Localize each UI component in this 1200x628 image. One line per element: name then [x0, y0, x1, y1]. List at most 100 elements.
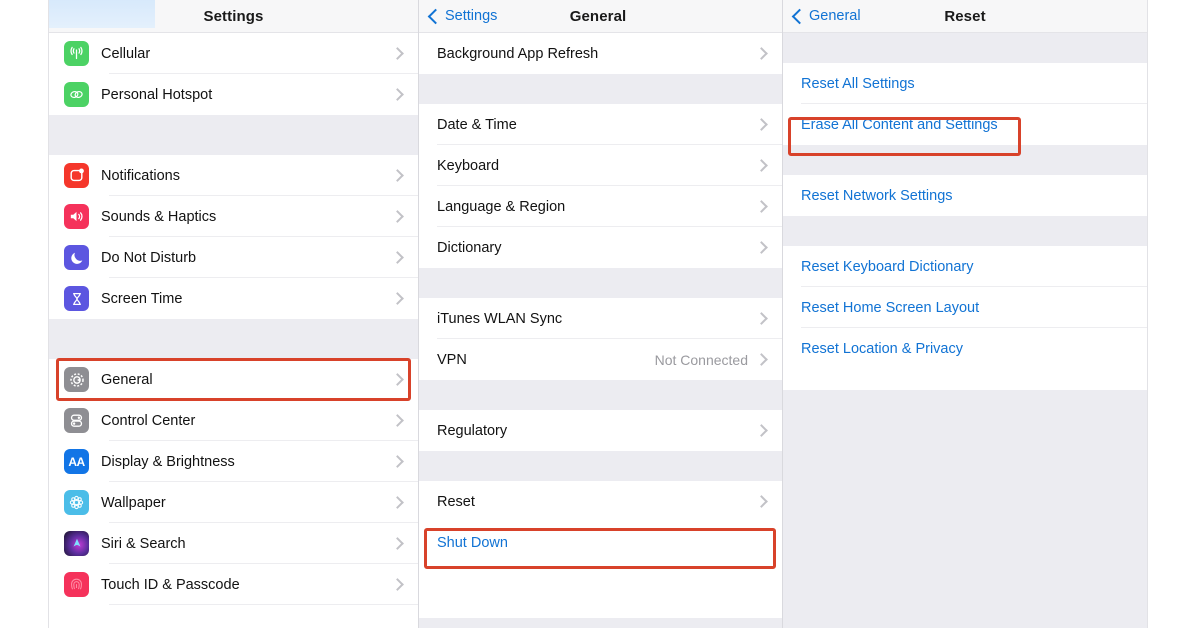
reset-item-reset-network-settings[interactable]: Reset Network Settings — [783, 175, 1147, 216]
settings-item-general[interactable]: General — [49, 359, 418, 400]
general-item-keyboard[interactable]: Keyboard — [419, 145, 782, 186]
chevron-right-icon — [391, 292, 404, 305]
general-item-vpn[interactable]: VPN Not Connected — [419, 339, 782, 380]
reset-item-label: Reset Home Screen Layout — [801, 299, 980, 316]
general-item-dictionary[interactable]: Dictionary — [419, 227, 782, 268]
settings-item-label: Siri & Search — [101, 535, 186, 552]
general-item-label: Reset — [437, 493, 475, 510]
settings-item-label: Screen Time — [101, 290, 183, 307]
general-item-language-region[interactable]: Language & Region — [419, 186, 782, 227]
settings-item-label: Notifications — [101, 167, 180, 184]
settings-item-control-center[interactable]: Control Center — [49, 400, 418, 441]
settings-item-notifications[interactable]: Notifications — [49, 155, 418, 196]
reset-item-label: Reset All Settings — [801, 75, 915, 92]
reset-item-label: Reset Keyboard Dictionary — [801, 258, 974, 275]
chevron-left-icon — [791, 8, 808, 24]
vpn-status-value: Not Connected — [654, 351, 748, 368]
settings-header: Settings — [49, 0, 418, 33]
bottom-group-spacer — [419, 618, 782, 628]
settings-item-label: Do Not Disturb — [101, 249, 197, 266]
general-item-label: Regulatory — [437, 422, 508, 439]
general-item-itunes-wlan-sync[interactable]: iTunes WLAN Sync — [419, 298, 782, 339]
group-spacer — [783, 33, 1147, 63]
reset-item-label: Erase All Content and Settings — [801, 116, 998, 133]
reset-item-reset-keyboard-dictionary[interactable]: Reset Keyboard Dictionary — [783, 246, 1147, 287]
row-separator — [109, 604, 418, 605]
settings-item-personal-hotspot[interactable]: Personal Hotspot — [49, 74, 418, 115]
chevron-right-icon — [391, 169, 404, 182]
settings-item-label: Cellular — [101, 45, 151, 62]
notifications-icon — [64, 163, 89, 188]
chevron-right-icon — [391, 537, 404, 550]
back-to-general-button[interactable]: General — [791, 8, 861, 24]
chevron-right-icon — [391, 455, 404, 468]
reset-item-erase-all-content-and-settings[interactable]: Erase All Content and Settings — [783, 104, 1147, 145]
back-to-settings-button[interactable]: Settings — [427, 8, 498, 24]
settings-item-sounds-haptics[interactable]: Sounds & Haptics — [49, 196, 418, 237]
chevron-right-icon — [755, 312, 768, 325]
chevron-right-icon — [391, 251, 404, 264]
general-item-background-app-refresh[interactable]: Background App Refresh — [419, 33, 782, 74]
chevron-right-icon — [755, 424, 768, 437]
general-header: Settings General — [419, 0, 782, 33]
moon-icon — [64, 245, 89, 270]
chevron-left-icon — [427, 8, 444, 24]
siri-icon — [64, 531, 89, 556]
chevron-right-icon — [391, 88, 404, 101]
chevron-right-icon — [755, 200, 768, 213]
chevron-right-icon — [755, 495, 768, 508]
chevron-right-icon — [755, 353, 768, 366]
general-item-label: VPN — [437, 351, 467, 368]
settings-item-label: Wallpaper — [101, 494, 166, 511]
group-spacer — [783, 145, 1147, 175]
chevron-right-icon — [755, 241, 768, 254]
reset-header: General Reset — [783, 0, 1147, 33]
group-spacer — [419, 74, 782, 104]
reset-item-label: Reset Network Settings — [801, 187, 953, 204]
chevron-right-icon — [755, 159, 768, 172]
chevron-right-icon — [391, 578, 404, 591]
general-item-label: iTunes WLAN Sync — [437, 310, 563, 327]
reset-title: Reset — [944, 7, 986, 25]
general-item-label: Language & Region — [437, 198, 566, 215]
settings-title: Settings — [203, 7, 264, 25]
settings-item-screen-time[interactable]: Screen Time — [49, 278, 418, 319]
hourglass-icon — [64, 286, 89, 311]
chevron-right-icon — [391, 414, 404, 427]
reset-item-reset-home-screen-layout[interactable]: Reset Home Screen Layout — [783, 287, 1147, 328]
settings-item-label: Personal Hotspot — [101, 86, 213, 103]
settings-item-display-brightness[interactable]: AA Display & Brightness — [49, 441, 418, 482]
chevron-right-icon — [755, 118, 768, 131]
settings-item-cellular[interactable]: Cellular — [49, 33, 418, 74]
settings-item-label: Touch ID & Passcode — [101, 576, 240, 593]
ios-settings-screenshot: Settings Cellular Personal Hotspot Notif… — [48, 0, 1148, 628]
general-item-label: Background App Refresh — [437, 45, 599, 62]
settings-item-label: Sounds & Haptics — [101, 208, 217, 225]
settings-item-siri-search[interactable]: Siri & Search — [49, 523, 418, 564]
general-title: General — [569, 7, 627, 25]
general-item-label: Shut Down — [437, 534, 508, 551]
settings-item-label: Display & Brightness — [101, 453, 235, 470]
settings-item-do-not-disturb[interactable]: Do Not Disturb — [49, 237, 418, 278]
reset-item-reset-location-privacy[interactable]: Reset Location & Privacy — [783, 328, 1147, 369]
back-label: Settings — [445, 8, 498, 24]
group-spacer — [49, 319, 418, 359]
chevron-right-icon — [755, 47, 768, 60]
reset-panel: General Reset Reset All Settings Erase A… — [783, 0, 1147, 628]
general-item-shut-down[interactable]: Shut Down — [419, 522, 782, 563]
display-icon: AA — [64, 449, 89, 474]
wallpaper-icon — [64, 490, 89, 515]
general-item-reset[interactable]: Reset — [419, 481, 782, 522]
settings-item-touch-id-passcode[interactable]: Touch ID & Passcode — [49, 564, 418, 605]
reset-item-label: Reset Location & Privacy — [801, 340, 963, 357]
settings-panel: Settings Cellular Personal Hotspot Notif… — [49, 0, 419, 628]
chevron-right-icon — [391, 47, 404, 60]
general-list: Background App Refresh Date & Time Keybo… — [419, 33, 782, 563]
general-panel: Settings General Background App Refresh … — [419, 0, 783, 628]
general-item-date-time[interactable]: Date & Time — [419, 104, 782, 145]
settings-item-wallpaper[interactable]: Wallpaper — [49, 482, 418, 523]
reset-item-reset-all-settings[interactable]: Reset All Settings — [783, 63, 1147, 104]
general-item-regulatory[interactable]: Regulatory — [419, 410, 782, 451]
back-label: General — [809, 8, 861, 24]
gear-icon — [64, 367, 89, 392]
